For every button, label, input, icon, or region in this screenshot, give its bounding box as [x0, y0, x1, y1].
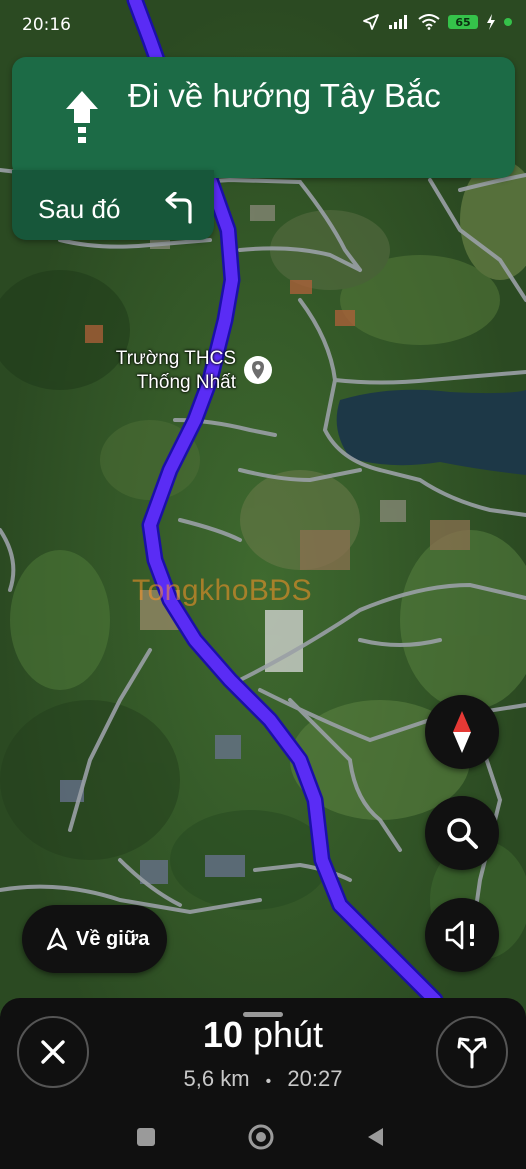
status-time: 20:16: [22, 15, 71, 35]
then-card[interactable]: Sau đó: [12, 170, 214, 240]
status-icons: 65: [362, 13, 512, 31]
place-pin-icon[interactable]: [243, 355, 273, 389]
status-bar: 20:16 65: [0, 0, 526, 52]
system-navigation-bar: [137, 1124, 383, 1150]
watermark: TongkhoBĐS: [132, 574, 313, 607]
turn-left-icon: [165, 192, 192, 224]
duration-value: 10: [202, 1014, 243, 1055]
alternate-routes-button[interactable]: [436, 1016, 508, 1088]
location-arrow-icon: [363, 14, 379, 30]
charging-icon: [487, 14, 495, 30]
sound-button[interactable]: [425, 898, 499, 972]
back-triangle-icon[interactable]: [368, 1128, 383, 1146]
arrival-time: 20:27: [287, 1066, 343, 1091]
green-dot-icon: [504, 18, 512, 26]
recenter-label: Về giữa: [76, 927, 150, 950]
compass-icon: [453, 711, 471, 753]
wifi-icon: [418, 14, 440, 30]
separator-dot: •: [265, 1073, 272, 1090]
duration-unit: phút: [252, 1014, 324, 1055]
navigation-arrow-icon: [46, 927, 68, 951]
compass-button[interactable]: [425, 695, 499, 769]
sound-alert-icon: [445, 920, 474, 950]
battery-icon: 65: [448, 15, 478, 29]
navigation-instruction-card[interactable]: Đi về hướng Tây Bắc: [12, 57, 515, 178]
then-label: Sau đó: [38, 194, 121, 224]
trip-bottom-sheet[interactable]: 10 phút 5,6 km • 20:27: [0, 998, 526, 1169]
search-button[interactable]: [425, 796, 499, 870]
poi-label[interactable]: Trường THCS Thống Nhất: [96, 347, 236, 395]
trip-distance: 5,6 km: [183, 1066, 250, 1091]
recenter-button[interactable]: Về giữa: [22, 905, 167, 973]
signal-icon: [389, 15, 407, 29]
alternate-routes-icon: [457, 1037, 487, 1069]
navigation-instruction: Đi về hướng Tây Bắc: [128, 77, 441, 114]
arrow-up-icon: [66, 91, 98, 143]
recents-square-icon[interactable]: [137, 1128, 155, 1146]
search-icon: [447, 818, 478, 849]
